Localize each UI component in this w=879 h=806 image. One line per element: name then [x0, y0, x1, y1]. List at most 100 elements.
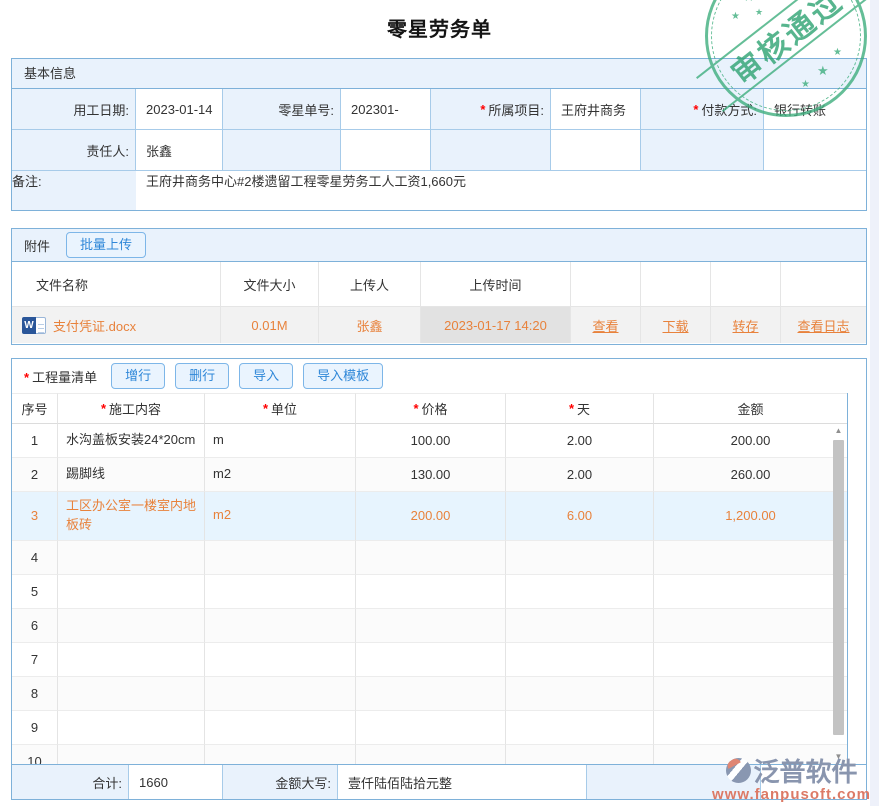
labor-date-field[interactable]: 2023-01-14 [136, 89, 223, 130]
project-label: *所属项目: [431, 89, 551, 130]
attachment-name-cell[interactable]: W 支付凭证.docx [12, 307, 221, 343]
days-cell[interactable] [506, 575, 654, 609]
empty-value-cell[interactable] [764, 130, 866, 171]
view-link[interactable]: 查看 [592, 316, 618, 335]
content-cell[interactable]: 踢脚线 [58, 458, 205, 492]
download-link[interactable]: 下载 [662, 316, 688, 335]
batch-upload-button[interactable]: 批量上传 [66, 232, 146, 258]
row-number-cell[interactable]: 6 [12, 609, 58, 643]
price-cell[interactable]: 200.00 [356, 492, 506, 541]
unit-cell[interactable] [205, 643, 356, 677]
amount-in-words-field[interactable]: 壹仟陆佰陆拾元整 [338, 765, 587, 799]
content-cell[interactable] [58, 609, 205, 643]
days-cell[interactable] [506, 677, 654, 711]
view-log-link[interactable]: 查看日志 [797, 316, 849, 335]
amount-cell[interactable]: 200.00 [654, 424, 847, 458]
empty-value-cell[interactable] [551, 130, 641, 171]
import-button[interactable]: 导入 [239, 363, 293, 389]
word-file-icon: W [22, 317, 46, 334]
days-cell[interactable]: 6.00 [506, 492, 654, 541]
price-cell[interactable] [356, 643, 506, 677]
responsible-person-field[interactable]: 张鑫 [136, 130, 223, 171]
amount-cell[interactable] [654, 575, 847, 609]
row-number-cell[interactable]: 5 [12, 575, 58, 609]
price-cell[interactable]: 100.00 [356, 424, 506, 458]
attachment-file-row: W 支付凭证.docx 0.01M 张鑫 2023-01-17 14:20 查看… [12, 307, 866, 343]
attachment-action-cell: 查看 [571, 307, 641, 343]
row-number-cell[interactable]: 4 [12, 541, 58, 575]
total-value-field[interactable]: 1660 [129, 765, 223, 799]
unit-cell[interactable]: m [205, 424, 356, 458]
amount-cell[interactable] [654, 643, 847, 677]
row-number-cell[interactable]: 9 [12, 711, 58, 745]
attachments-header-row: 文件名称文件大小上传人上传时间 [12, 262, 866, 307]
scroll-up-arrow-icon[interactable]: ▲ [831, 426, 846, 436]
save-as-link[interactable]: 转存 [732, 316, 758, 335]
unit-cell[interactable]: m2 [205, 458, 356, 492]
days-cell[interactable] [506, 745, 654, 764]
payment-method-label: *付款方式: [641, 89, 764, 130]
attachments-column-header: 文件大小 [221, 262, 319, 307]
odd-job-no-field[interactable]: 202301- [341, 89, 431, 130]
attachments-section-title: 附件 [24, 236, 50, 255]
content-cell[interactable] [58, 677, 205, 711]
days-cell[interactable]: 2.00 [506, 458, 654, 492]
unit-cell[interactable] [205, 711, 356, 745]
amount-cell[interactable] [654, 541, 847, 575]
unit-cell[interactable]: m2 [205, 492, 356, 541]
row-number-cell[interactable]: 3 [12, 492, 58, 541]
amount-cell[interactable] [654, 711, 847, 745]
unit-cell[interactable] [205, 677, 356, 711]
table-row: 9 [12, 711, 847, 745]
remark-field[interactable]: 王府井商务中心#2楼遗留工程零星劳务工人工资1,660元 [136, 171, 866, 210]
price-cell[interactable] [356, 541, 506, 575]
delete-row-button[interactable]: 删行 [175, 363, 229, 389]
items-column-header: *单位 [205, 393, 356, 424]
days-cell[interactable] [506, 609, 654, 643]
table-scrollbar[interactable]: ▲ ▼ [831, 424, 846, 764]
row-number-cell[interactable]: 2 [12, 458, 58, 492]
attachment-file-name[interactable]: 支付凭证.docx [53, 316, 136, 335]
items-column-header: *价格 [356, 393, 506, 424]
row-number-cell[interactable]: 7 [12, 643, 58, 677]
amount-cell[interactable] [654, 609, 847, 643]
fanpu-logo-icon [726, 758, 751, 783]
content-cell[interactable]: 工区办公室一楼室内地板砖 [58, 492, 205, 541]
days-cell[interactable] [506, 711, 654, 745]
unit-cell[interactable] [205, 541, 356, 575]
price-cell[interactable] [356, 575, 506, 609]
days-cell[interactable] [506, 541, 654, 575]
amount-cell[interactable]: 1,200.00 [654, 492, 847, 541]
unit-cell[interactable] [205, 575, 356, 609]
add-row-button[interactable]: 增行 [111, 363, 165, 389]
row-number-cell[interactable]: 8 [12, 677, 58, 711]
row-number-cell[interactable]: 1 [12, 424, 58, 458]
row-number-cell[interactable]: 10 [12, 745, 58, 764]
scrollbar-thumb[interactable] [833, 440, 844, 735]
days-cell[interactable]: 2.00 [506, 424, 654, 458]
price-cell[interactable]: 130.00 [356, 458, 506, 492]
content-cell[interactable] [58, 575, 205, 609]
price-cell[interactable] [356, 609, 506, 643]
unit-cell[interactable] [205, 609, 356, 643]
price-cell[interactable] [356, 677, 506, 711]
content-cell[interactable] [58, 541, 205, 575]
work-items-header-row: 序号*施工内容*单位*价格*天金额 [12, 393, 847, 424]
amount-cell[interactable]: 260.00 [654, 458, 847, 492]
content-cell[interactable] [58, 745, 205, 764]
amount-cell[interactable] [654, 677, 847, 711]
payment-method-field[interactable]: 银行转账 [764, 89, 866, 130]
empty-value-cell[interactable] [341, 130, 431, 171]
content-cell[interactable] [58, 711, 205, 745]
project-field[interactable]: 王府井商务 [551, 89, 641, 130]
price-cell[interactable] [356, 711, 506, 745]
content-cell[interactable] [58, 643, 205, 677]
import-template-button[interactable]: 导入模板 [303, 363, 383, 389]
table-row: 7 [12, 643, 847, 677]
days-cell[interactable] [506, 643, 654, 677]
price-cell[interactable] [356, 745, 506, 764]
brand-watermark: 泛普软件 www.fanpusoft.com [712, 752, 871, 803]
responsible-person-label: 责任人: [12, 130, 136, 171]
content-cell[interactable]: 水沟盖板安装24*20cm [58, 424, 205, 458]
unit-cell[interactable] [205, 745, 356, 764]
